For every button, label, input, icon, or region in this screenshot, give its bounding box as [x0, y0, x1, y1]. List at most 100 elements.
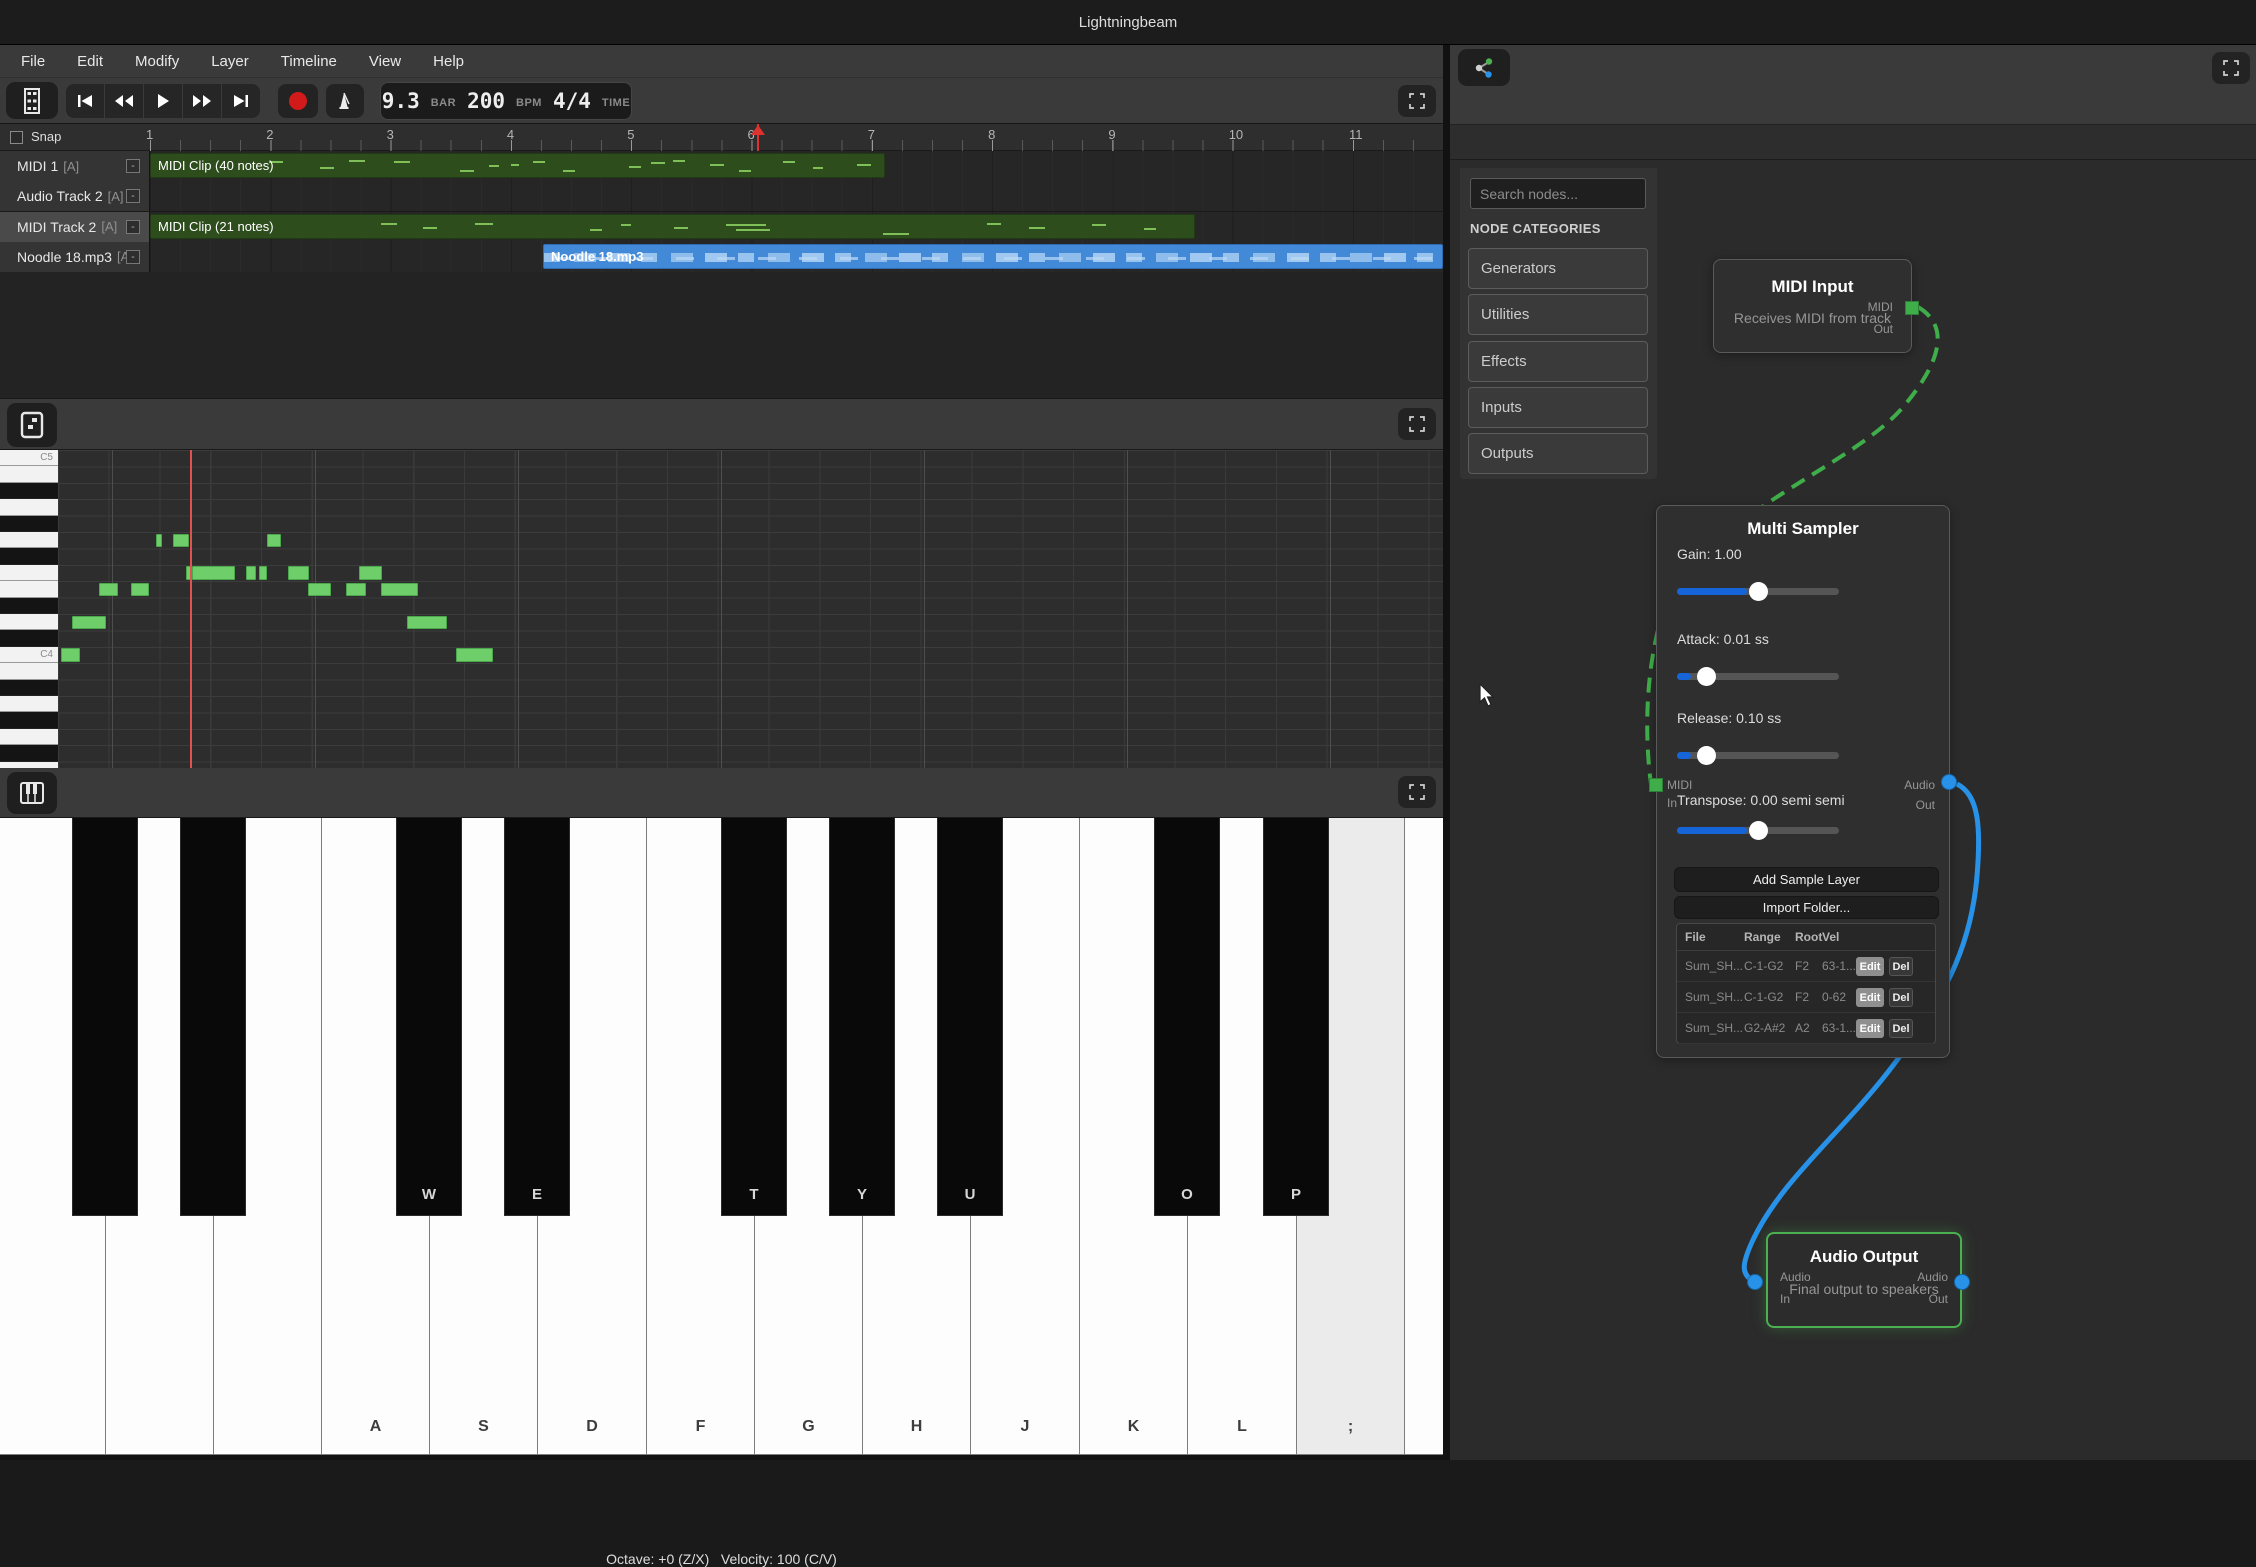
timeline-fullscreen-button[interactable]	[1398, 85, 1436, 117]
track-lane[interactable]: MIDI Clip (21 notes)	[150, 212, 1443, 242]
metronome-button[interactable]	[326, 84, 364, 118]
piano-roll-key-gs3[interactable]	[0, 712, 58, 728]
audio-clip[interactable]: Noodle 18.mp3	[543, 244, 1443, 269]
pane-divider[interactable]	[1443, 45, 1450, 1460]
piano-roll-key-a4[interactable]	[0, 499, 58, 515]
piano-roll-key-column[interactable]: C5 C4	[0, 450, 58, 768]
midi-note[interactable]	[267, 534, 281, 548]
midi-note[interactable]	[288, 566, 309, 580]
piano-roll-key-fs3[interactable]	[0, 745, 58, 761]
piano-roll-key-g3[interactable]	[0, 729, 58, 745]
black-key[interactable]	[180, 818, 246, 1216]
piano-roll-key-ds4[interactable]	[0, 598, 58, 614]
piano-roll-key-f4[interactable]	[0, 565, 58, 581]
piano-roll-key-b4[interactable]	[0, 466, 58, 482]
midi-in-port[interactable]	[1649, 778, 1663, 792]
slider-handle[interactable]	[1697, 667, 1716, 686]
node-midi-input[interactable]: MIDI Input Receives MIDI from track MIDI…	[1713, 259, 1912, 353]
piano-roll-key-cs4[interactable]	[0, 630, 58, 646]
menu-item-help[interactable]: Help	[424, 49, 473, 74]
audio-out-port[interactable]	[1954, 1274, 1970, 1290]
param-slider[interactable]	[1677, 752, 1839, 759]
midi-note[interactable]	[308, 583, 331, 597]
param-slider[interactable]	[1677, 673, 1839, 680]
record-button[interactable]	[278, 84, 318, 118]
audio-out-port[interactable]	[1941, 774, 1957, 790]
piano-roll-key-as4[interactable]	[0, 483, 58, 499]
menu-item-layer[interactable]: Layer	[202, 49, 258, 74]
piano-roll-key-e4[interactable]	[0, 581, 58, 597]
menu-item-file[interactable]: File	[12, 49, 54, 74]
piano-roll-key-d4[interactable]	[0, 614, 58, 630]
fast-forward-button[interactable]	[183, 84, 222, 118]
piano-roll-layout-button[interactable]	[7, 403, 57, 447]
black-key-O[interactable]: O	[1154, 818, 1220, 1216]
piano-roll-key-gs4[interactable]	[0, 516, 58, 532]
piano-roll-fullscreen-button[interactable]	[1398, 408, 1436, 440]
menu-item-edit[interactable]: Edit	[68, 49, 112, 74]
play-button[interactable]	[144, 84, 183, 118]
black-key-Y[interactable]: Y	[829, 818, 895, 1216]
slider-handle[interactable]	[1749, 582, 1768, 601]
black-key-U[interactable]: U	[937, 818, 1003, 1216]
midi-note[interactable]	[61, 648, 80, 662]
edit-sample-button[interactable]: Edit	[1856, 988, 1884, 1007]
category-generators[interactable]: Generators	[1468, 248, 1648, 289]
skip-start-button[interactable]	[66, 84, 105, 118]
track-checkbox[interactable]: -	[126, 220, 140, 234]
edit-sample-button[interactable]: Edit	[1856, 1019, 1884, 1038]
timeline-view-button[interactable]	[6, 82, 58, 119]
midi-clip[interactable]: MIDI Clip (21 notes)	[150, 214, 1195, 239]
midi-note[interactable]	[246, 566, 256, 580]
midi-note[interactable]	[131, 583, 149, 597]
import-folder-button[interactable]: Import Folder...	[1674, 896, 1939, 919]
audio-in-port[interactable]	[1747, 1274, 1763, 1290]
midi-note[interactable]	[346, 583, 366, 597]
menu-item-modify[interactable]: Modify	[126, 49, 188, 74]
black-key-W[interactable]: W	[396, 818, 462, 1216]
black-key-E[interactable]: E	[504, 818, 570, 1216]
midi-note[interactable]	[456, 648, 493, 662]
midi-note[interactable]	[173, 534, 189, 548]
menu-item-timeline[interactable]: Timeline	[272, 49, 346, 74]
node-multi-sampler[interactable]: Multi Sampler MIDI In Audio Out Gain: 1.…	[1656, 505, 1950, 1058]
delete-sample-button[interactable]: Del	[1889, 957, 1913, 976]
track-checkbox[interactable]: -	[126, 250, 140, 264]
category-utilities[interactable]: Utilities	[1468, 294, 1648, 335]
midi-out-port[interactable]	[1905, 301, 1919, 315]
piano-roll-key-fs4[interactable]	[0, 548, 58, 564]
piano-roll-key-b3[interactable]	[0, 663, 58, 679]
piano-roll-key-a3[interactable]	[0, 696, 58, 712]
keyboard-panel-button[interactable]	[7, 772, 57, 814]
piano-roll-key-c4[interactable]: C4	[0, 647, 58, 663]
midi-note[interactable]	[259, 566, 267, 580]
menu-item-view[interactable]: View	[360, 49, 410, 74]
midi-note[interactable]	[72, 616, 106, 630]
midi-note[interactable]	[192, 566, 235, 580]
midi-note[interactable]	[381, 583, 418, 597]
piano-roll-grid[interactable]	[58, 450, 1443, 768]
piano-roll-key-as3[interactable]	[0, 680, 58, 696]
category-outputs[interactable]: Outputs	[1468, 433, 1648, 474]
white-key[interactable]	[1404, 818, 1443, 1455]
category-inputs[interactable]: Inputs	[1468, 387, 1648, 428]
node-audio-output[interactable]: Audio Output Final output to speakers Au…	[1766, 1232, 1962, 1328]
black-key[interactable]	[72, 818, 138, 1216]
graph-fullscreen-button[interactable]	[2212, 52, 2250, 84]
delete-sample-button[interactable]: Del	[1889, 1019, 1913, 1038]
piano-roll-key-c5[interactable]: C5	[0, 450, 58, 466]
rewind-button[interactable]	[105, 84, 144, 118]
param-slider[interactable]	[1677, 588, 1839, 595]
midi-note[interactable]	[359, 566, 382, 580]
edit-sample-button[interactable]: Edit	[1856, 957, 1884, 976]
search-input[interactable]	[1470, 178, 1646, 209]
snap-checkbox[interactable]	[10, 131, 23, 144]
node-graph-tab-button[interactable]	[1458, 49, 1510, 86]
track-lane[interactable]: Noodle 18.mp3	[150, 242, 1443, 272]
add-sample-layer-button[interactable]: Add Sample Layer	[1674, 867, 1939, 892]
delete-sample-button[interactable]: Del	[1889, 988, 1913, 1007]
skip-end-button[interactable]	[222, 84, 260, 118]
piano-roll-key-g4[interactable]	[0, 532, 58, 548]
black-key-T[interactable]: T	[721, 818, 787, 1216]
track-checkbox[interactable]: -	[126, 159, 140, 173]
